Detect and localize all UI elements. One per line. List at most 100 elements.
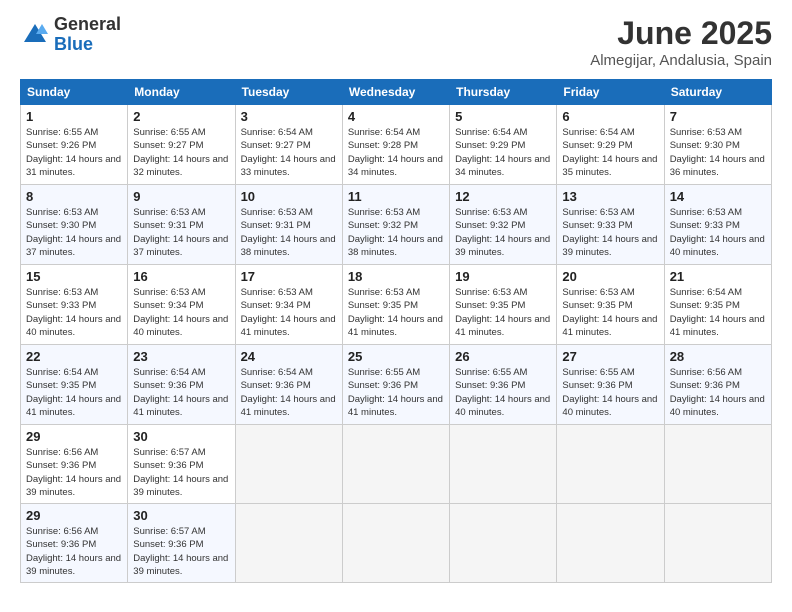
- day-number: 10: [241, 189, 337, 204]
- table-row: 29 Sunrise: 6:56 AM Sunset: 9:36 PM Dayli…: [21, 425, 128, 504]
- logo-blue: Blue: [54, 35, 121, 55]
- day-number: 30: [133, 508, 229, 523]
- table-row: 15 Sunrise: 6:53 AM Sunset: 9:33 PM Dayli…: [21, 265, 128, 345]
- header: General Blue June 2025 Almegijar, Andalu…: [20, 15, 772, 69]
- col-monday: Monday: [128, 80, 235, 105]
- day-number: 11: [348, 189, 444, 204]
- day-info: Sunrise: 6:53 AM Sunset: 9:35 PM Dayligh…: [562, 286, 658, 339]
- day-info: Sunrise: 6:54 AM Sunset: 9:27 PM Dayligh…: [241, 126, 337, 179]
- table-row: 9Sunrise: 6:53 AM Sunset: 9:31 PM Daylig…: [128, 185, 235, 265]
- day-info: Sunrise: 6:54 AM Sunset: 9:36 PM Dayligh…: [241, 366, 337, 419]
- day-info: Sunrise: 6:53 AM Sunset: 9:33 PM Dayligh…: [562, 206, 658, 259]
- calendar-page: General Blue June 2025 Almegijar, Andalu…: [0, 0, 792, 612]
- table-row: 18Sunrise: 6:53 AM Sunset: 9:35 PM Dayli…: [342, 265, 449, 345]
- table-row: 3Sunrise: 6:54 AM Sunset: 9:27 PM Daylig…: [235, 105, 342, 185]
- day-info: Sunrise: 6:56 AM Sunset: 9:36 PM Dayligh…: [26, 446, 122, 499]
- table-row: [557, 425, 664, 504]
- day-number: 21: [670, 269, 766, 284]
- table-row: 27 Sunrise: 6:55 AM Sunset: 9:36 PM Dayli…: [557, 345, 664, 425]
- table-row: 1 Sunrise: 6:55 AM Sunset: 9:26 PM Daylig…: [21, 105, 128, 185]
- day-info: Sunrise: 6:54 AM Sunset: 9:36 PM Dayligh…: [133, 366, 229, 419]
- table-row: 2 Sunrise: 6:55 AM Sunset: 9:27 PM Daylig…: [128, 105, 235, 185]
- table-row: 29Sunrise: 6:56 AM Sunset: 9:36 PM Dayli…: [21, 504, 128, 583]
- day-number: 27: [562, 349, 658, 364]
- main-title: June 2025: [590, 15, 772, 52]
- logo-general: General: [54, 15, 121, 35]
- day-info: Sunrise: 6:56 AM Sunset: 9:36 PM Dayligh…: [670, 366, 766, 419]
- day-info: Sunrise: 6:55 AM Sunset: 9:36 PM Dayligh…: [348, 366, 444, 419]
- table-row: [235, 425, 342, 504]
- col-tuesday: Tuesday: [235, 80, 342, 105]
- day-info: Sunrise: 6:53 AM Sunset: 9:30 PM Dayligh…: [26, 206, 122, 259]
- table-row: [450, 504, 557, 583]
- day-number: 1: [26, 109, 122, 124]
- col-sunday: Sunday: [21, 80, 128, 105]
- table-row: 20Sunrise: 6:53 AM Sunset: 9:35 PM Dayli…: [557, 265, 664, 345]
- table-row: [664, 425, 771, 504]
- table-row: 24 Sunrise: 6:54 AM Sunset: 9:36 PM Dayli…: [235, 345, 342, 425]
- day-info: Sunrise: 6:53 AM Sunset: 9:32 PM Dayligh…: [348, 206, 444, 259]
- table-row: [342, 504, 449, 583]
- day-number: 7: [670, 109, 766, 124]
- day-number: 13: [562, 189, 658, 204]
- day-info: Sunrise: 6:54 AM Sunset: 9:29 PM Dayligh…: [455, 126, 551, 179]
- table-row: 21 Sunrise: 6:54 AM Sunset: 9:35 PM Dayli…: [664, 265, 771, 345]
- day-number: 14: [670, 189, 766, 204]
- day-info: Sunrise: 6:55 AM Sunset: 9:36 PM Dayligh…: [562, 366, 658, 419]
- day-number: 2: [133, 109, 229, 124]
- day-info: Sunrise: 6:55 AM Sunset: 9:36 PM Dayligh…: [455, 366, 551, 419]
- day-info: Sunrise: 6:53 AM Sunset: 9:30 PM Dayligh…: [670, 126, 766, 179]
- table-row: 23 Sunrise: 6:54 AM Sunset: 9:36 PM Dayli…: [128, 345, 235, 425]
- day-number: 24: [241, 349, 337, 364]
- table-row: 30Sunrise: 6:57 AM Sunset: 9:36 PM Dayli…: [128, 504, 235, 583]
- table-row: [450, 425, 557, 504]
- day-number: 29: [26, 429, 122, 444]
- col-wednesday: Wednesday: [342, 80, 449, 105]
- day-info: Sunrise: 6:53 AM Sunset: 9:33 PM Dayligh…: [26, 286, 122, 339]
- day-number: 12: [455, 189, 551, 204]
- table-row: 16 Sunrise: 6:53 AM Sunset: 9:34 PM Dayli…: [128, 265, 235, 345]
- day-info: Sunrise: 6:53 AM Sunset: 9:31 PM Dayligh…: [241, 206, 337, 259]
- day-info: Sunrise: 6:54 AM Sunset: 9:29 PM Dayligh…: [562, 126, 658, 179]
- calendar-week: 29 Sunrise: 6:56 AM Sunset: 9:36 PM Dayli…: [21, 425, 772, 504]
- day-info: Sunrise: 6:55 AM Sunset: 9:27 PM Dayligh…: [133, 126, 229, 179]
- table-row: 22Sunrise: 6:54 AM Sunset: 9:35 PM Dayli…: [21, 345, 128, 425]
- col-friday: Friday: [557, 80, 664, 105]
- calendar-week: 8 Sunrise: 6:53 AM Sunset: 9:30 PM Daylig…: [21, 185, 772, 265]
- day-number: 15: [26, 269, 122, 284]
- day-number: 9: [133, 189, 229, 204]
- calendar-week: 29Sunrise: 6:56 AM Sunset: 9:36 PM Dayli…: [21, 504, 772, 583]
- col-saturday: Saturday: [664, 80, 771, 105]
- table-row: 13 Sunrise: 6:53 AM Sunset: 9:33 PM Dayli…: [557, 185, 664, 265]
- day-info: Sunrise: 6:53 AM Sunset: 9:35 PM Dayligh…: [455, 286, 551, 339]
- day-number: 19: [455, 269, 551, 284]
- day-number: 16: [133, 269, 229, 284]
- title-block: June 2025 Almegijar, Andalusia, Spain: [590, 15, 772, 69]
- table-row: 5 Sunrise: 6:54 AM Sunset: 9:29 PM Daylig…: [450, 105, 557, 185]
- day-number: 26: [455, 349, 551, 364]
- table-row: [664, 504, 771, 583]
- day-number: 25: [348, 349, 444, 364]
- table-row: 6Sunrise: 6:54 AM Sunset: 9:29 PM Daylig…: [557, 105, 664, 185]
- table-row: 14Sunrise: 6:53 AM Sunset: 9:33 PM Dayli…: [664, 185, 771, 265]
- day-info: Sunrise: 6:54 AM Sunset: 9:35 PM Dayligh…: [26, 366, 122, 419]
- day-info: Sunrise: 6:55 AM Sunset: 9:26 PM Dayligh…: [26, 126, 122, 179]
- day-number: 30: [133, 429, 229, 444]
- table-row: [557, 504, 664, 583]
- day-number: 8: [26, 189, 122, 204]
- day-number: 23: [133, 349, 229, 364]
- table-row: 10 Sunrise: 6:53 AM Sunset: 9:31 PM Dayli…: [235, 185, 342, 265]
- day-number: 28: [670, 349, 766, 364]
- logo: General Blue: [20, 15, 121, 55]
- day-info: Sunrise: 6:57 AM Sunset: 9:36 PM Dayligh…: [133, 446, 229, 499]
- table-row: 12Sunrise: 6:53 AM Sunset: 9:32 PM Dayli…: [450, 185, 557, 265]
- table-row: 7 Sunrise: 6:53 AM Sunset: 9:30 PM Daylig…: [664, 105, 771, 185]
- day-number: 29: [26, 508, 122, 523]
- day-info: Sunrise: 6:54 AM Sunset: 9:35 PM Dayligh…: [670, 286, 766, 339]
- day-info: Sunrise: 6:53 AM Sunset: 9:34 PM Dayligh…: [133, 286, 229, 339]
- logo-text: General Blue: [54, 15, 121, 55]
- table-row: 8 Sunrise: 6:53 AM Sunset: 9:30 PM Daylig…: [21, 185, 128, 265]
- subtitle: Almegijar, Andalusia, Spain: [590, 52, 772, 69]
- logo-icon: [20, 20, 50, 50]
- day-number: 5: [455, 109, 551, 124]
